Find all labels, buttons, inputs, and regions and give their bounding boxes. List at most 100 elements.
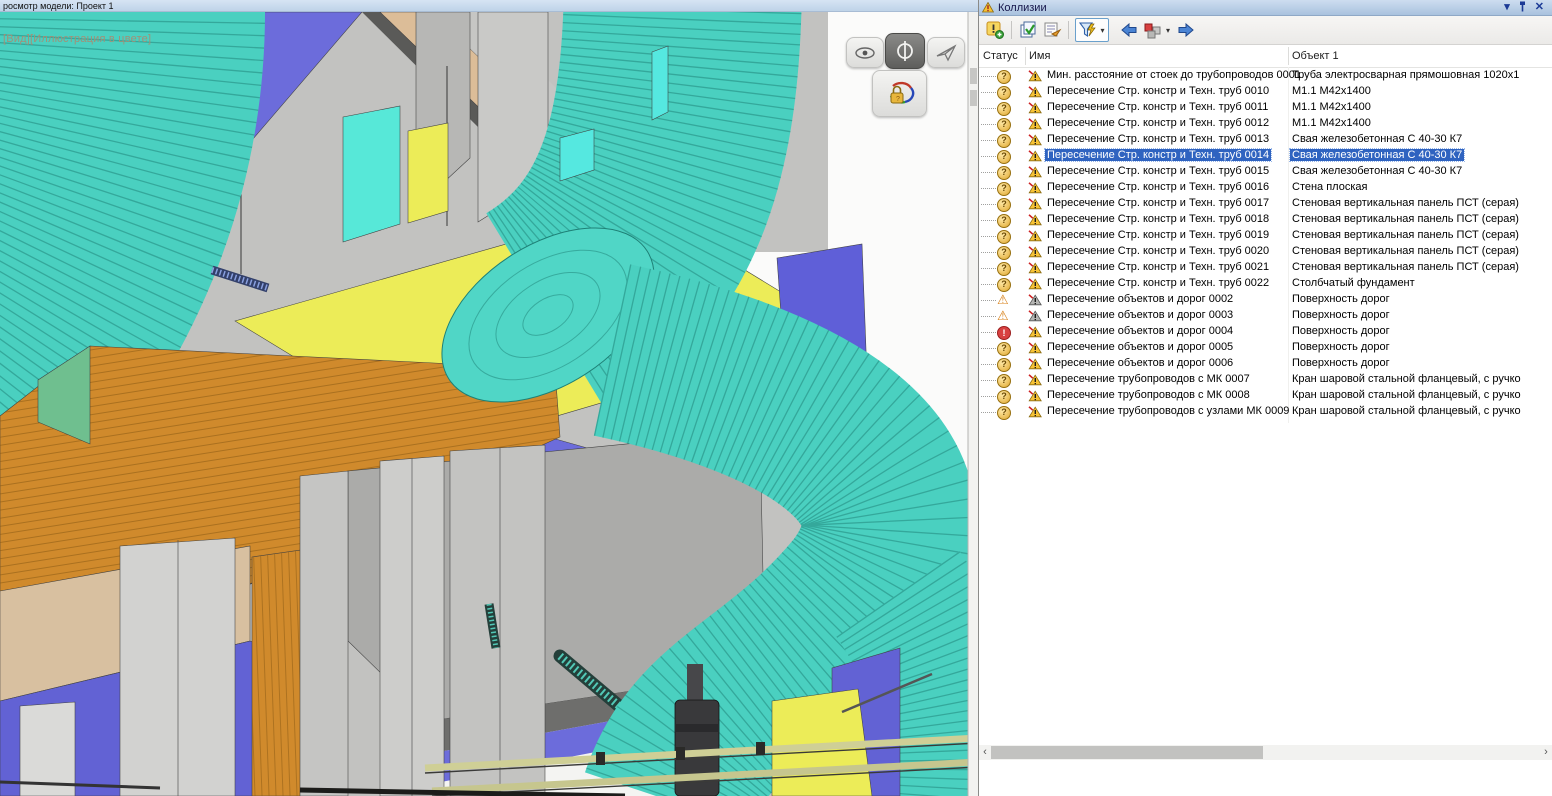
collision-object[interactable]: Свая железобетонная С 40-30 К7 (1290, 149, 1464, 161)
collision-row[interactable]: ?⚠! Пересечение объектов и дорог 0003 По… (979, 308, 1552, 324)
collision-properties-icon[interactable] (1040, 19, 1064, 41)
collision-object[interactable]: Поверхность дорог (1290, 309, 1392, 321)
collision-object[interactable]: Стеновая вертикальная панель ПСТ (серая) (1290, 197, 1521, 209)
collision-row[interactable]: ?⚠! Пересечение трубопроводов с узлами М… (979, 404, 1552, 420)
panel-menu-button[interactable]: ▾ (1504, 1, 1510, 16)
collision-row[interactable]: ?⚠! Пересечение Стр. констр и Техн. труб… (979, 116, 1552, 132)
collision-name[interactable]: Пересечение Стр. констр и Техн. труб 002… (1045, 277, 1271, 289)
collision-object[interactable]: М1.1 М42х1400 (1290, 85, 1373, 97)
scrollbar-thumb[interactable] (991, 746, 1263, 759)
collision-object[interactable]: Кран шаровой стальной фланцевый, с ручко (1290, 373, 1523, 385)
collision-row[interactable]: ?⚠! Мин. расстояние от стоек до трубопро… (979, 68, 1552, 84)
tree-connector (981, 156, 996, 157)
collision-name[interactable]: Пересечение объектов и дорог 0005 (1045, 341, 1235, 353)
collision-name[interactable]: Мин. расстояние от стоек до трубопроводо… (1045, 69, 1303, 81)
add-collision-check-icon[interactable] (983, 19, 1007, 41)
collision-name[interactable]: Пересечение Стр. констр и Техн. труб 001… (1045, 85, 1271, 97)
collision-name[interactable]: Пересечение Стр. констр и Техн. труб 001… (1045, 197, 1271, 209)
collision-row[interactable]: ?⚠! Пересечение Стр. констр и Техн. труб… (979, 164, 1552, 180)
collision-name[interactable]: Пересечение Стр. констр и Техн. труб 001… (1045, 117, 1271, 129)
collision-row[interactable]: ?⚠! Пересечение объектов и дорог 0005 По… (979, 340, 1552, 356)
collision-object[interactable]: М1.1 М42х1400 (1290, 101, 1373, 113)
collision-object[interactable]: Стена плоская (1290, 181, 1369, 193)
collision-name[interactable]: Пересечение объектов и дорог 0002 (1045, 293, 1235, 305)
collision-row[interactable]: ?⚠! Пересечение Стр. констр и Техн. труб… (979, 100, 1552, 116)
orbit-lock-icon[interactable]: ? (872, 70, 927, 117)
collision-name[interactable]: Пересечение Стр. констр и Техн. труб 001… (1045, 213, 1271, 225)
collision-name[interactable]: Пересечение трубопроводов с узлами МК 00… (1045, 405, 1291, 417)
tree-connector (981, 76, 996, 77)
chevron-down-icon[interactable]: ▾ (1166, 26, 1170, 35)
tree-connector (981, 204, 996, 205)
collision-object[interactable]: Стеновая вертикальная панель ПСТ (серая) (1290, 229, 1521, 241)
collision-object[interactable]: Стеновая вертикальная панель ПСТ (серая) (1290, 213, 1521, 225)
collision-warning-icon (1028, 198, 1042, 210)
collision-object[interactable]: Свая железобетонная С 40-30 К7 (1290, 165, 1464, 177)
eye-icon[interactable] (846, 37, 884, 68)
collision-object[interactable]: Стеновая вертикальная панель ПСТ (серая) (1290, 245, 1521, 257)
collision-row[interactable]: ?⚠! Пересечение Стр. констр и Техн. труб… (979, 212, 1552, 228)
viewport-scrollbar[interactable] (970, 68, 977, 84)
collision-name[interactable]: Пересечение объектов и дорог 0006 (1045, 357, 1235, 369)
collision-row[interactable]: ?⚠! Пересечение Стр. констр и Техн. труб… (979, 132, 1552, 148)
collision-row[interactable]: ?⚠! Пересечение объектов и дорог 0004 По… (979, 324, 1552, 340)
orbit-icon[interactable] (885, 33, 925, 69)
collision-row[interactable]: ?⚠! Пересечение объектов и дорог 0002 По… (979, 292, 1552, 308)
scroll-left-icon[interactable]: ‹ (979, 745, 991, 760)
model-3d-scene[interactable] (0, 12, 978, 796)
collision-object[interactable]: М1.1 М42х1400 (1290, 117, 1373, 129)
pin-icon[interactable] (1518, 1, 1527, 16)
status-icon: ?⚠! (997, 181, 1011, 195)
collision-name[interactable]: Пересечение трубопроводов с МК 0007 (1045, 373, 1252, 385)
collision-name[interactable]: Пересечение объектов и дорог 0003 (1045, 309, 1235, 321)
scroll-right-icon[interactable]: › (1540, 745, 1552, 760)
close-icon[interactable]: ✕ (1535, 1, 1544, 16)
collision-name[interactable]: Пересечение Стр. констр и Техн. труб 002… (1045, 245, 1271, 257)
collision-name[interactable]: Пересечение объектов и дорог 0004 (1045, 325, 1235, 337)
collision-object[interactable]: Труба электросварная прямошовная 1020х1 (1290, 69, 1521, 81)
status-icon: ?⚠! (997, 357, 1011, 371)
check-collisions-icon[interactable] (1016, 19, 1040, 41)
collision-object[interactable]: Поверхность дорог (1290, 325, 1392, 337)
previous-collision-icon[interactable] (1117, 19, 1141, 41)
collision-name[interactable]: Пересечение Стр. констр и Техн. труб 001… (1045, 165, 1271, 177)
collision-row[interactable]: ?⚠! Пересечение трубопроводов с МК 0008 … (979, 388, 1552, 404)
collision-row[interactable]: ?⚠! Пересечение Стр. констр и Техн. труб… (979, 180, 1552, 196)
viewport-title: росмотр модели: Проект 1 (0, 0, 978, 12)
collision-name[interactable]: Пересечение Стр. констр и Техн. труб 001… (1045, 229, 1271, 241)
collision-object[interactable]: Столбчатый фундамент (1290, 277, 1417, 289)
collision-name[interactable]: Пересечение Стр. констр и Техн. труб 001… (1045, 101, 1270, 113)
collision-row[interactable]: ?⚠! Пересечение объектов и дорог 0006 По… (979, 356, 1552, 372)
collision-object[interactable]: Поверхность дорог (1290, 357, 1392, 369)
tree-connector (981, 108, 996, 109)
column-header-status[interactable]: Статус (983, 50, 1018, 62)
collision-object[interactable]: Поверхность дорог (1290, 341, 1392, 353)
fly-icon[interactable] (927, 37, 965, 68)
collision-row[interactable]: ?⚠! Пересечение Стр. констр и Техн. труб… (979, 228, 1552, 244)
collision-object[interactable]: Поверхность дорог (1290, 293, 1392, 305)
collision-row[interactable]: ?⚠! Пересечение Стр. констр и Техн. труб… (979, 260, 1552, 276)
collision-name[interactable]: Пересечение трубопроводов с МК 0008 (1045, 389, 1252, 401)
filter-lightning-icon[interactable]: ▾ (1075, 18, 1109, 42)
collision-name[interactable]: Пересечение Стр. констр и Техн. труб 001… (1045, 149, 1271, 161)
collision-object[interactable]: Свая железобетонная С 40-30 К7 (1290, 133, 1464, 145)
collision-object[interactable]: Кран шаровой стальной фланцевый, с ручко (1290, 389, 1523, 401)
collision-row[interactable]: ?⚠! Пересечение Стр. констр и Техн. труб… (979, 84, 1552, 100)
horizontal-scrollbar[interactable]: ‹ › (979, 745, 1552, 760)
model-viewport[interactable]: росмотр модели: Проект 1 (0, 0, 978, 796)
column-header-name[interactable]: Имя (1029, 50, 1050, 62)
next-collision-icon[interactable] (1174, 19, 1198, 41)
collision-name[interactable]: Пересечение Стр. констр и Техн. труб 001… (1045, 133, 1271, 145)
collision-object[interactable]: Стеновая вертикальная панель ПСТ (серая) (1290, 261, 1521, 273)
show-collision-objects-icon[interactable] (1141, 19, 1165, 41)
collision-row[interactable]: ?⚠! Пересечение Стр. констр и Техн. труб… (979, 196, 1552, 212)
collision-row[interactable]: ?⚠! Пересечение трубопроводов с МК 0007 … (979, 372, 1552, 388)
collision-name[interactable]: Пересечение Стр. констр и Техн. труб 001… (1045, 181, 1271, 193)
collision-row[interactable]: ?⚠! Пересечение Стр. констр и Техн. труб… (979, 276, 1552, 292)
collision-row[interactable]: ?⚠! Пересечение Стр. констр и Техн. труб… (979, 244, 1552, 260)
collision-object[interactable]: Кран шаровой стальной фланцевый, с ручко (1290, 405, 1523, 417)
collision-name[interactable]: Пересечение Стр. констр и Техн. труб 002… (1045, 261, 1271, 273)
collision-row[interactable]: ?⚠! Пересечение Стр. констр и Техн. труб… (979, 148, 1552, 164)
tree-connector (981, 284, 996, 285)
column-header-object1[interactable]: Объект 1 (1292, 50, 1339, 62)
